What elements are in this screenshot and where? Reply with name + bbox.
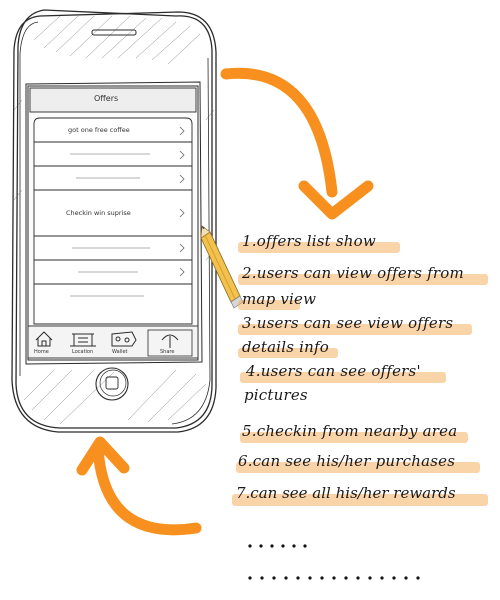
feature-notes: 1.offers list show 2.users can view offe… (0, 0, 500, 600)
note-4: 4.users can see offers' (246, 362, 421, 380)
note-1: 1.offers list show (242, 232, 376, 250)
note-3-cont: details info (242, 338, 329, 356)
note-5: 5.checkin from nearby area (242, 422, 458, 440)
note-3: 3.users can see view offers (242, 314, 454, 332)
note-4-cont: pictures (244, 386, 308, 404)
note-7: 7.can see all his/her rewards (236, 484, 456, 502)
note-2: 2.users can view offers from (242, 264, 464, 282)
note-2-cont: map view (242, 290, 317, 308)
note-6: 6.can see his/her purchases (238, 452, 456, 470)
